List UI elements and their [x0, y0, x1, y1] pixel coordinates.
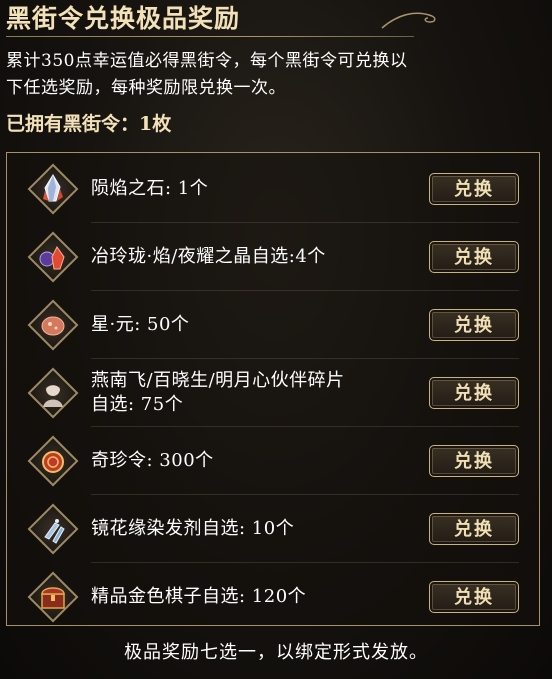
treasure-chest-icon [27, 571, 79, 623]
reward-label-continued: 自选: 75个 [91, 394, 184, 415]
reward-exchange-page: 黑街令兑换极品奖励 累计350点幸运值必得黑街令，每个黑街令可兑换以 下任选奖励… [0, 0, 552, 679]
reward-row: 陨焰之石: 1个 兑换 [7, 155, 541, 223]
reward-row: 燕南飞/百晓生/明月心伙伴碎片 自选: 75个 兑换 [7, 359, 541, 427]
reward-row: 精品金色棋子自选: 120个 兑换 [7, 563, 541, 631]
reward-row: 星·元: 50个 兑换 [7, 291, 541, 359]
reward-label: 精品金色棋子自选: 120个 [91, 586, 307, 607]
reward-label: 陨焰之石: 1个 [91, 178, 209, 199]
exchange-button[interactable]: 兑换 [429, 309, 519, 341]
reward-label: 燕南飞/百晓生/明月心伙伴碎片 [91, 370, 345, 391]
exchange-button[interactable]: 兑换 [429, 581, 519, 613]
hair-dye-icon [27, 503, 79, 555]
exchange-button[interactable]: 兑换 [429, 445, 519, 477]
exchange-button[interactable]: 兑换 [429, 241, 519, 273]
reward-label: 镜花缘染发剂自选: 10个 [91, 518, 295, 539]
reward-row: 镜花缘染发剂自选: 10个 兑换 [7, 495, 541, 563]
title-flourish-ornament [381, 12, 436, 29]
reward-row: 奇珍令: 300个 兑换 [7, 427, 541, 495]
star-orb-icon [27, 299, 79, 351]
footer-note: 极品奖励七选一，以绑定形式发放。 [124, 642, 428, 663]
crystal-shard-icon [27, 163, 79, 215]
description-line-1: 累计350点幸运值必得黑街令，每个黑街令可兑换以 [6, 51, 408, 71]
reward-label: 星·元: 50个 [91, 314, 190, 335]
reward-row: 冶玲珑·焰/夜耀之晶自选:4个 兑换 [7, 223, 541, 291]
exchange-button[interactable]: 兑换 [429, 513, 519, 545]
exchange-button[interactable]: 兑换 [429, 173, 519, 205]
page-title: 黑街令兑换极品奖励 [6, 4, 241, 33]
exchange-description: 累计350点幸运值必得黑街令，每个黑街令可兑换以 下任选奖励，每种奖励限兑换一次… [6, 48, 546, 102]
reward-label: 冶玲珑·焰/夜耀之晶自选:4个 [91, 246, 326, 267]
owned-token-count: 已拥有黑街令：1枚 [6, 113, 172, 135]
reward-list-panel: 陨焰之石: 1个 兑换 冶玲珑·焰/夜耀之晶自选:4个 兑换 星·元: 50个 … [6, 152, 540, 626]
reward-label: 奇珍令: 300个 [91, 450, 214, 471]
exchange-button[interactable]: 兑换 [429, 377, 519, 409]
token-coin-icon [27, 435, 79, 487]
crystal-pair-icon [27, 231, 79, 283]
character-portrait-icon [27, 367, 79, 419]
description-line-2: 下任选奖励，每种奖励限兑换一次。 [6, 78, 286, 98]
title-underline [6, 36, 414, 37]
